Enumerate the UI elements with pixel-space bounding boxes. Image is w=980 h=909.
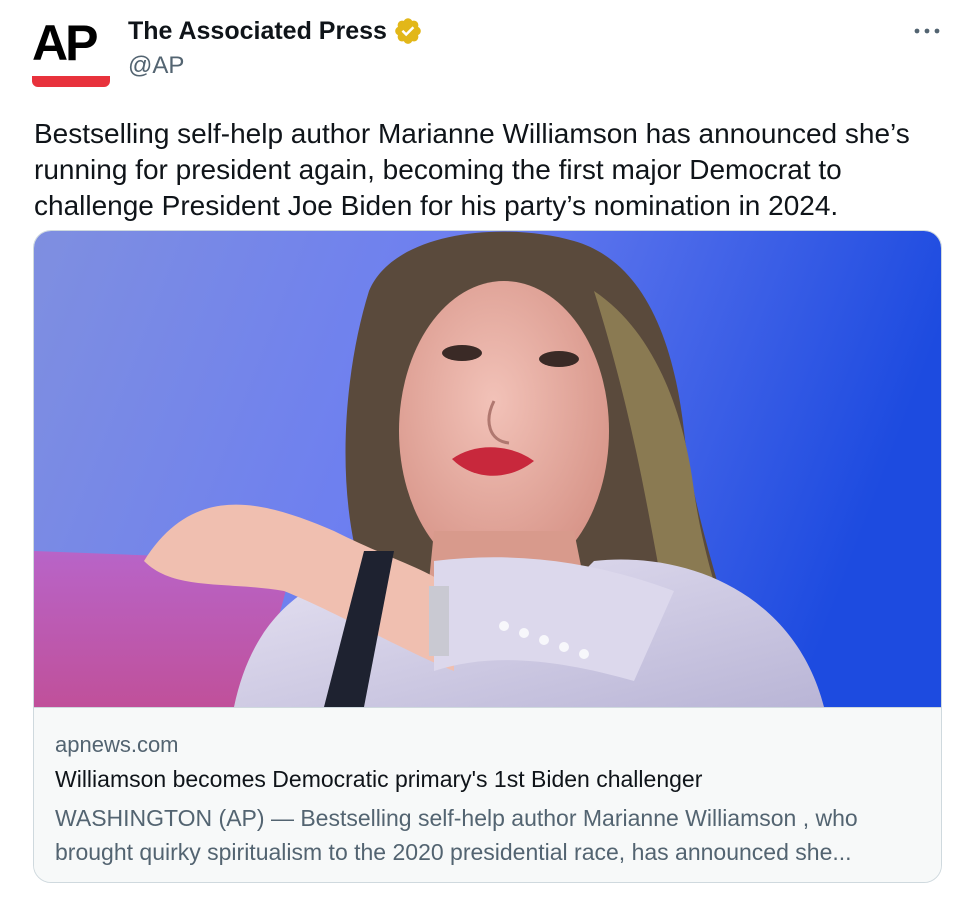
author-name-row: The Associated Press	[128, 16, 423, 46]
ap-logo-bar	[32, 76, 110, 87]
card-meta: apnews.com Williamson becomes Democratic…	[34, 707, 941, 882]
photo-of-speaker-with-microphone-icon	[34, 231, 941, 707]
card-title: Williamson becomes Democratic primary's …	[55, 766, 703, 792]
author-name[interactable]: The Associated Press	[128, 17, 387, 46]
avatar[interactable]: AP	[30, 12, 110, 90]
link-card[interactable]: apnews.com Williamson becomes Democratic…	[33, 230, 942, 883]
tweet: AP The Associated Press @AP Bestselling …	[0, 0, 980, 909]
author-handle[interactable]: @AP	[128, 52, 184, 80]
card-description: WASHINGTON (AP) — Bestselling self-help …	[55, 805, 858, 865]
card-image[interactable]	[34, 231, 941, 707]
tweet-text: Bestselling self-help author Marianne Wi…	[34, 118, 910, 221]
card-domain: apnews.com	[55, 732, 179, 757]
more-options-icon[interactable]	[912, 22, 942, 40]
ap-logo-text: AP	[32, 15, 98, 71]
verified-badge-icon[interactable]	[393, 16, 423, 46]
